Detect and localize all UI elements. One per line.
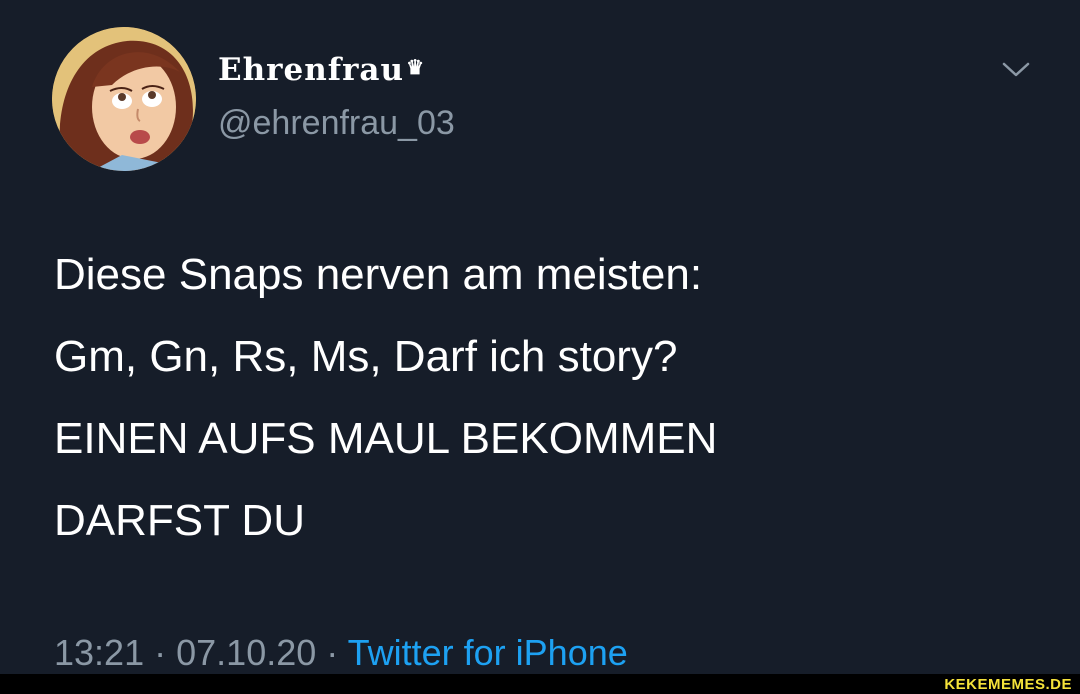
tweet-text-line: DARFST DU [54, 496, 305, 545]
meta-separator: · [154, 632, 167, 673]
meta-separator: · [326, 632, 339, 673]
tweet-date[interactable]: 07.10.20 [176, 632, 316, 673]
tweet-text-line: EINEN AUFS MAUL BEKOMMEN [54, 414, 718, 463]
watermark: KEKEMEMES.DE [944, 676, 1072, 693]
tweet-source-link[interactable]: Twitter for iPhone [348, 632, 628, 673]
avatar-image [52, 27, 196, 171]
user-handle[interactable]: @ehrenfrau_03 [218, 104, 455, 143]
tweet-card: Ehrenfrau ♛ @ehrenfrau_03 Diese Snaps ner… [0, 0, 1080, 694]
tweet-text-line: Diese Snaps nerven am meisten: [54, 250, 703, 299]
user-avatar[interactable] [52, 27, 196, 171]
display-name[interactable]: Ehrenfrau ♛ [218, 52, 425, 88]
chevron-down-icon[interactable] [996, 58, 1036, 82]
tweet-meta: 13:21 · 07.10.20 · Twitter for iPhone [54, 632, 628, 674]
crown-icon: ♛ [406, 55, 425, 79]
tweet-time[interactable]: 13:21 [54, 632, 144, 673]
tweet-text-line: Gm, Gn, Rs, Ms, Darf ich story? [54, 332, 678, 381]
watermark-bar [0, 674, 1080, 694]
display-name-text: Ehrenfrau [218, 52, 405, 88]
tweet-text: Diese Snaps nerven am meisten: Gm, Gn, R… [54, 234, 1054, 562]
